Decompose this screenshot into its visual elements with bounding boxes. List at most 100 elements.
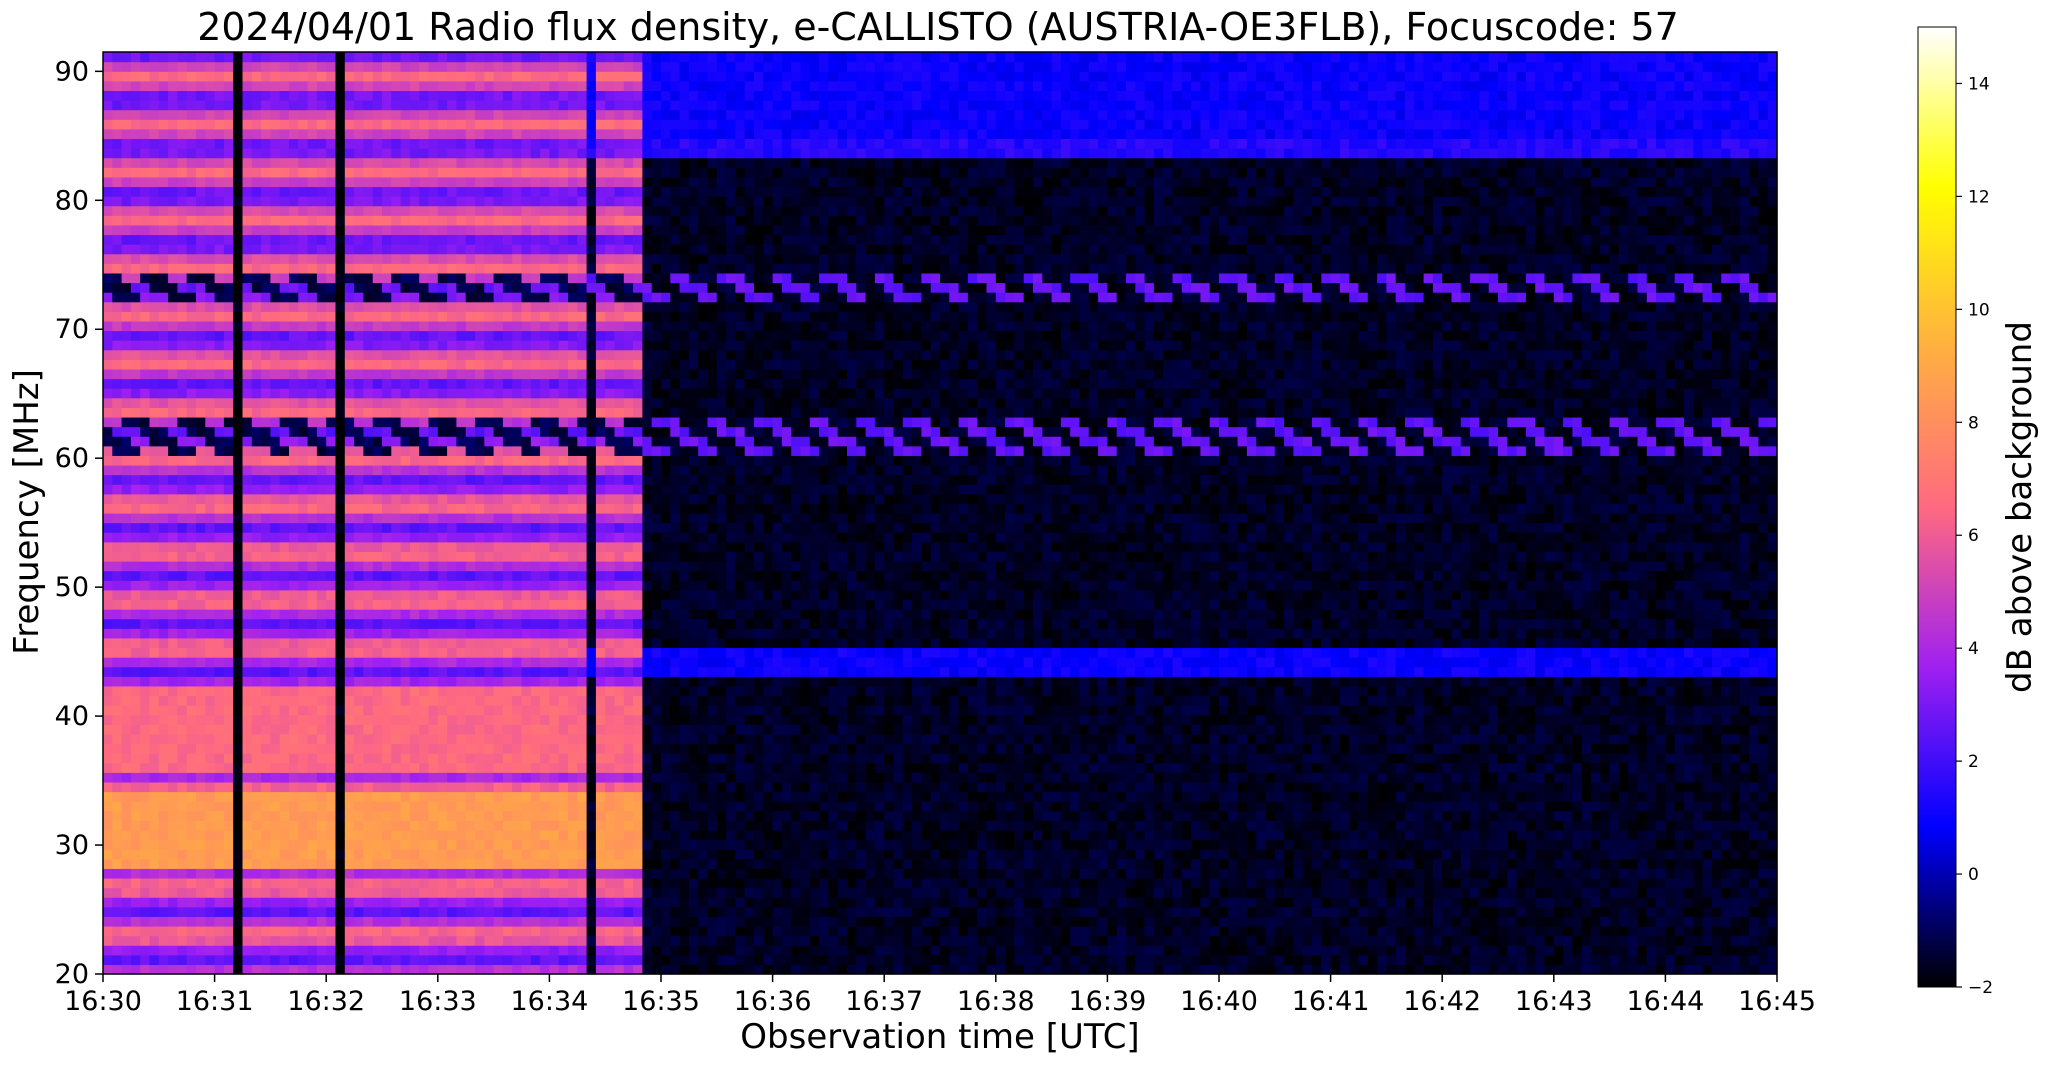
heatmap-cell [168,205,178,216]
heatmap-cell [409,138,420,149]
heatmap-cell [121,849,132,860]
heatmap-cell [512,330,523,341]
heatmap-cell [456,887,467,898]
heatmap-cell [158,580,169,591]
heatmap-cell [242,513,253,524]
heatmap-cell [177,224,188,236]
heatmap-cell [447,493,457,504]
heatmap-cell [409,378,420,389]
heatmap-cell [382,359,392,370]
heatmap-cell [335,570,346,581]
heatmap-cell [279,561,290,572]
heatmap-cell [530,762,541,773]
heatmap-cell [521,925,532,937]
heatmap-cell [502,330,513,341]
heatmap-cell [177,839,188,850]
heatmap-cell [242,359,253,370]
heatmap-cell [400,647,411,658]
heatmap-cell [382,272,392,284]
heatmap-cell [372,829,383,841]
heatmap-cell [363,925,374,937]
heatmap-cell [186,359,197,370]
heatmap-cell [196,916,206,927]
heatmap-cell [196,791,206,802]
heatmap-cell [298,272,309,284]
heatmap-cell [382,282,392,293]
heatmap-cell [326,820,337,831]
heatmap-cell [540,244,550,255]
heatmap-cell [242,282,253,293]
heatmap-cell [372,378,383,389]
heatmap-cell [409,215,420,226]
heatmap-cell [447,71,457,82]
heatmap-cell [456,762,467,773]
heatmap-cell [177,167,188,178]
heatmap-cell [335,637,346,649]
heatmap-cell [456,925,467,937]
heatmap-cell [196,887,206,898]
heatmap-cell [261,781,271,793]
heatmap-cell [521,157,532,168]
heatmap-cell [121,244,132,255]
heatmap-cell [298,695,309,706]
heatmap-cell [354,455,364,466]
heatmap-cell [354,157,364,168]
heatmap-cell [568,215,578,226]
heatmap-cell [140,599,151,610]
heatmap-cell [279,945,290,956]
heatmap-cell [419,388,430,399]
heatmap-cell [251,589,262,601]
heatmap-cell [298,128,309,140]
heatmap-cell [326,484,337,495]
heatmap-cell [233,416,244,428]
heatmap-cell [419,916,430,927]
heatmap-cell [568,762,578,773]
heatmap-cell [158,695,169,706]
heatmap-cell [456,320,467,332]
heatmap-cell [428,196,439,207]
heatmap-cell [335,705,346,716]
heatmap-cell [382,157,392,168]
heatmap-cell [112,657,123,668]
heatmap-cell [484,829,495,841]
heatmap-cell [196,561,206,572]
heatmap-cell [391,80,402,92]
heatmap-cell [493,887,504,898]
heatmap-cell [363,128,374,140]
heatmap-cell [270,733,281,745]
heatmap-cell [419,119,430,130]
heatmap-cell [521,186,532,197]
heatmap-cell [130,532,141,543]
heatmap-cell [186,464,197,476]
heatmap-cell [568,695,578,706]
heatmap-cell [261,801,271,812]
heatmap-cell [493,839,504,850]
heatmap-cell [289,945,299,956]
heatmap-cell [400,71,411,82]
heatmap-cell [223,359,234,370]
heatmap-cell [289,916,299,927]
heatmap-cell [568,887,578,898]
heatmap-cell [140,416,151,428]
heatmap-cell [447,503,457,514]
heatmap-cell [521,445,532,456]
heatmap-cell [558,676,569,687]
heatmap-cell [540,916,550,927]
heatmap-cell [149,791,160,802]
heatmap-cell [437,282,448,293]
heatmap-cell [242,474,253,485]
heatmap-cell [316,925,327,937]
heatmap-cell [484,599,495,610]
heatmap-cell [521,829,532,841]
heatmap-cell [484,522,495,533]
heatmap-cell [205,609,216,620]
heatmap-cell [205,580,216,591]
heatmap-cell [465,628,476,639]
heatmap-cell [409,388,420,399]
heatmap-cell [112,647,123,658]
heatmap-cell [289,244,299,255]
heatmap-cell [103,272,113,284]
heatmap-cell [307,52,318,63]
heatmap-cell [140,705,151,716]
heatmap-cell [233,570,244,581]
